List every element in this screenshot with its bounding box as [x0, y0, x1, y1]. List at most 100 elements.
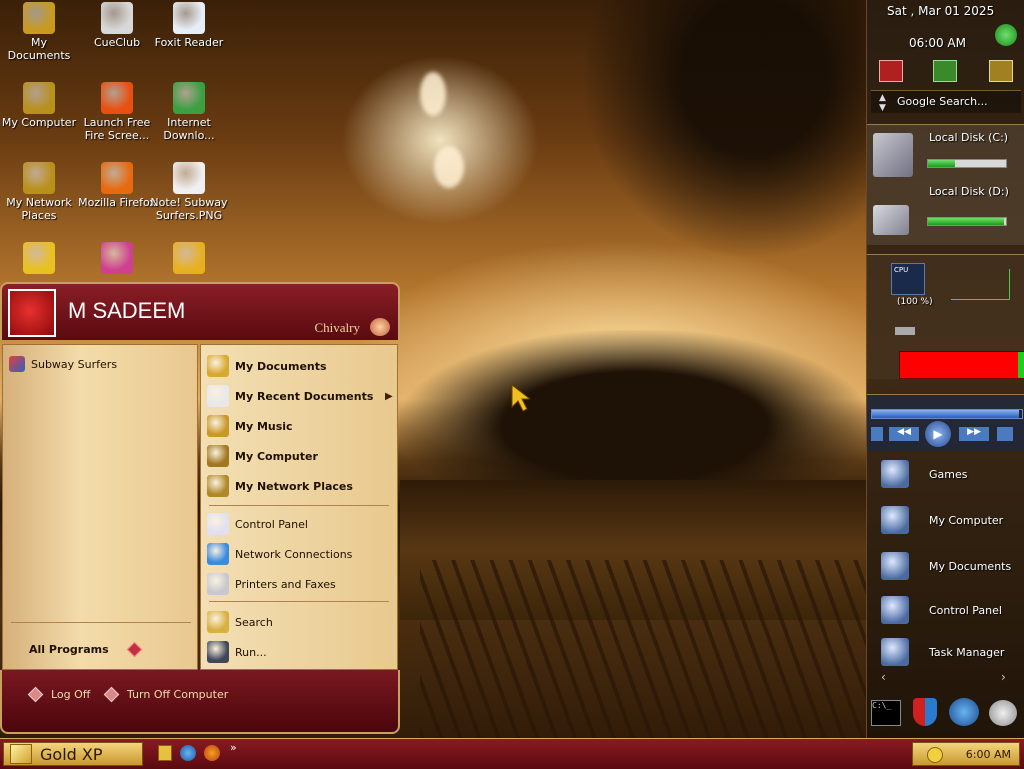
disk-d-label: Local Disk (D:)	[929, 185, 1009, 198]
disk-usage-panel: Local Disk (C:) Local Disk (D:)	[867, 124, 1024, 245]
desktop-icon-label: Internet Downlo...	[163, 116, 215, 142]
taskbar: Gold XP » 6:00 AM	[0, 738, 1024, 769]
firefox-quicklaunch-icon[interactable]	[204, 745, 220, 761]
tray-app-icon[interactable]	[927, 747, 943, 763]
free-fire-icon	[101, 82, 133, 114]
drive-icon	[873, 205, 909, 235]
menu-item-label: My Computer	[235, 449, 318, 463]
command-prompt-icon[interactable]: C:\_	[871, 700, 901, 726]
next-arrow-icon[interactable]	[995, 24, 1017, 46]
desktop-icon[interactable]: Foxit Reader	[150, 2, 228, 49]
png-file-icon	[173, 162, 205, 194]
restart-icon[interactable]	[933, 60, 957, 82]
desktop-icon[interactable]: Internet Downlo...	[150, 82, 228, 142]
sidebar-shortcut[interactable]: Task Manager	[867, 634, 1024, 674]
desktop-icon[interactable]	[78, 242, 156, 276]
desktop-icon[interactable]: My Network Places	[0, 162, 78, 222]
app-icon	[101, 242, 133, 274]
desktop-icon[interactable]	[0, 242, 78, 276]
firefox-icon	[101, 162, 133, 194]
start-button[interactable]: Gold XP	[3, 742, 143, 766]
scroll-right-icon[interactable]: ›	[1001, 670, 1006, 684]
sidebar-shortcut[interactable]: Control Panel	[867, 592, 1024, 632]
show-desktop-icon[interactable]	[158, 745, 172, 761]
standby-icon[interactable]	[989, 60, 1013, 82]
scroll-left-icon[interactable]: ‹	[881, 670, 886, 684]
menu-item-network-connections[interactable]: Network Connections	[207, 541, 352, 567]
desktop-icon[interactable]	[150, 242, 228, 276]
stop-icon[interactable]	[871, 427, 883, 441]
menu-item-run[interactable]: Run...	[207, 639, 267, 665]
cpu-label: CPU	[894, 266, 909, 274]
subway-surfers-icon	[9, 356, 25, 372]
menu-item-folder-documents[interactable]: My Documents	[207, 353, 327, 379]
windows-drive-icon	[873, 133, 913, 177]
desktop-icon[interactable]: Mozilla Firefox	[78, 162, 156, 209]
previous-icon[interactable]: ◀◀	[889, 427, 919, 441]
eject-icon[interactable]	[997, 427, 1013, 441]
desktop-icon[interactable]: Note! Subway Surfers.PNG	[150, 162, 228, 222]
menu-item-music-folder[interactable]: My Music	[207, 413, 293, 439]
menu-item-search[interactable]: Search	[207, 609, 273, 635]
menu-item-recent-documents[interactable]: My Recent Documents ▶	[207, 383, 393, 409]
desktop-icon[interactable]: My Documents	[0, 2, 78, 62]
run-icon	[207, 641, 229, 663]
sidebar-shortcut-label: My Computer	[929, 514, 1004, 527]
quick-launch-chevron[interactable]: »	[230, 741, 237, 754]
cueclub-icon	[101, 2, 133, 34]
user-avatar[interactable]	[8, 289, 56, 337]
internet-explorer-icon[interactable]	[180, 745, 196, 761]
disk-c-label: Local Disk (C:)	[929, 131, 1009, 144]
media-progress-fill	[872, 410, 1019, 418]
search-icon	[207, 611, 229, 633]
sidebar-shortcut[interactable]: Games	[867, 456, 1024, 496]
start-menu-places-pane: My Documents My Recent Documents ▶ My Music…	[200, 344, 398, 670]
google-search-box[interactable]: ▲ ▼ Google Search...	[871, 90, 1021, 113]
sidebar-time: 06:00 AM	[909, 36, 966, 50]
media-player-panel: ◀◀ ▶ ▶▶	[867, 394, 1024, 451]
sun-gear-icon	[173, 242, 205, 274]
log-off-button[interactable]: Log Off	[27, 686, 90, 703]
volume-speaker-icon[interactable]	[989, 700, 1017, 726]
wallpaper-foliage	[580, 0, 870, 260]
security-shield-icon[interactable]	[913, 698, 937, 726]
theme-emblem-icon	[370, 318, 390, 336]
taskbar-clock[interactable]: 6:00 AM	[966, 748, 1011, 761]
desktop-icon-label: My Network Places	[6, 196, 72, 222]
menu-item-label: My Recent Documents	[235, 389, 374, 403]
power-icon[interactable]	[879, 60, 903, 82]
menu-item-printer[interactable]: Printers and Faxes	[207, 571, 336, 597]
disk-d-usage-fill	[928, 218, 1004, 225]
menu-item-label: Network Connections	[235, 547, 353, 561]
network-globe-icon[interactable]	[949, 698, 979, 726]
desktop-icon[interactable]: Launch Free Fire Scree...	[78, 82, 156, 142]
desktop-icon[interactable]: CueClub	[78, 2, 156, 49]
desktop-icon[interactable]: My Computer	[0, 82, 78, 129]
sidebar-shortcut[interactable]: My Computer	[867, 502, 1024, 542]
play-icon[interactable]: ▶	[925, 421, 951, 447]
all-programs-button[interactable]: All Programs	[29, 636, 150, 662]
next-icon[interactable]: ▶▶	[959, 427, 989, 441]
tray-tools-icon[interactable]	[945, 747, 961, 761]
menu-item-label: Run...	[235, 645, 267, 659]
task-manager-icon	[881, 638, 909, 666]
folder-documents-icon	[23, 2, 55, 34]
desktop-icon-label: Launch Free Fire Scree...	[83, 116, 151, 142]
pinned-program-item[interactable]: Subway Surfers	[9, 351, 117, 377]
turn-off-button[interactable]: Turn Off Computer	[103, 686, 228, 703]
menu-item-computer[interactable]: My Computer	[207, 443, 318, 469]
system-tray: 6:00 AM	[912, 742, 1020, 766]
menu-item-network-places[interactable]: My Network Places	[207, 473, 353, 499]
memory-chip-icon	[895, 327, 915, 335]
log-off-icon	[27, 686, 44, 703]
menu-item-label: Search	[235, 615, 273, 629]
pinned-program-label: Subway Surfers	[31, 357, 118, 371]
wallpaper-light	[434, 146, 464, 188]
menu-item-label: My Documents	[235, 359, 327, 373]
menu-item-control-panel[interactable]: Control Panel	[207, 511, 308, 537]
sidebar-shortcut[interactable]: My Documents	[867, 548, 1024, 588]
menu-item-label: Control Panel	[235, 517, 308, 531]
search-dropdown-icon[interactable]: ▲ ▼	[879, 93, 886, 113]
start-menu-header: M SADEEM Chivalry	[0, 282, 400, 340]
media-progress-bar[interactable]	[871, 409, 1023, 419]
